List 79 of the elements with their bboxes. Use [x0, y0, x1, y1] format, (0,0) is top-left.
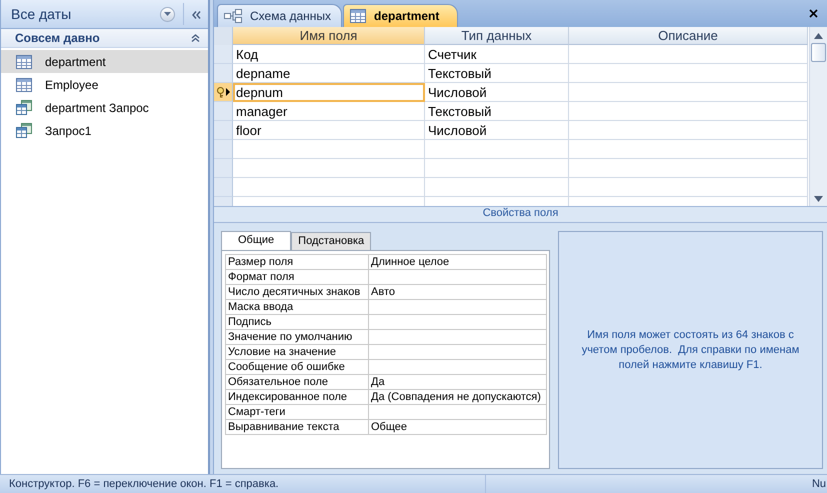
nav-item-label: Запрос1 [45, 124, 92, 138]
property-name: Индексированное поле [228, 390, 347, 402]
grid-cell[interactable] [569, 64, 808, 83]
grid-cell[interactable] [425, 140, 569, 159]
property-name: Условие на значение [228, 346, 336, 358]
grid-cell[interactable]: manager [233, 102, 425, 121]
nav-item[interactable]: department [1, 50, 208, 73]
property-value[interactable]: Общее [371, 420, 408, 432]
select-all-button[interactable] [214, 27, 233, 45]
grid-cell[interactable]: Числовой [425, 83, 569, 102]
property-name: Смарт-теги [228, 406, 286, 418]
grid-cell[interactable] [569, 45, 808, 64]
query-icon [16, 100, 32, 115]
double-chevron-up-icon [190, 34, 200, 42]
table-icon [350, 9, 366, 23]
section-title: Свойства поля [214, 206, 827, 222]
tab-label: department [374, 9, 440, 23]
scroll-down-icon[interactable] [814, 196, 823, 202]
property-tab[interactable]: Подстановка [291, 232, 372, 250]
key-icon [216, 86, 225, 98]
grid-cell[interactable] [569, 159, 808, 178]
column-header[interactable]: Описание [569, 27, 808, 45]
column-header[interactable]: Имя поля [233, 27, 425, 45]
property-name: Число десятичных знаков [228, 286, 360, 298]
grid-cell[interactable]: floor [233, 121, 425, 140]
document-tab[interactable]: Схема данных [217, 4, 342, 27]
nav-item-label: department [45, 54, 106, 68]
grid-cell[interactable] [569, 140, 808, 159]
help-text: Имя поля может состоять из 64 знаков с учетом пробелов. Для справки по именам полей нажмите клавишу F1. [580, 328, 800, 373]
grid-cell[interactable] [569, 121, 808, 140]
grid-cell[interactable]: depnum [233, 83, 425, 102]
scrollbar[interactable] [809, 27, 827, 206]
query-icon [16, 123, 32, 138]
status-indicator: Nu [812, 478, 827, 490]
grid-cell[interactable]: Текстовый [425, 102, 569, 121]
grid-cell[interactable] [425, 159, 569, 178]
property-name: Значение по умолчанию [228, 330, 352, 342]
grid-cell[interactable]: Счетчик [425, 45, 569, 64]
table-icon [16, 54, 32, 68]
double-chevron-left-icon [192, 10, 200, 18]
relationships-icon [224, 9, 242, 23]
close-icon [808, 9, 818, 18]
scroll-up-icon[interactable] [814, 33, 823, 39]
grid-cell[interactable]: depname [233, 64, 425, 83]
tab-label: Схема данных [250, 9, 332, 23]
property-value[interactable]: Авто [371, 286, 395, 298]
grid-cell[interactable] [233, 178, 425, 197]
grid-cell[interactable] [233, 159, 425, 178]
document-tab[interactable]: department [343, 4, 458, 27]
property-name: Подпись [228, 316, 272, 328]
table-icon [16, 78, 32, 92]
property-name: Сообщение об ошибке [228, 360, 345, 372]
dropdown-button[interactable] [160, 6, 175, 22]
current-row-icon [226, 88, 230, 96]
property-name: Выравнивание текста [228, 420, 340, 432]
property-tab[interactable]: Общие [221, 231, 292, 250]
property-name: Маска ввода [228, 300, 294, 312]
nav-item[interactable]: Запрос1 [1, 119, 208, 142]
grid-cell[interactable] [569, 102, 808, 121]
column-header[interactable]: Тип данных [425, 27, 569, 45]
grid-cell[interactable] [569, 83, 808, 102]
nav-item[interactable]: Employee [1, 73, 208, 96]
grid-cell[interactable] [425, 178, 569, 197]
grid-cell[interactable]: Текстовый [425, 64, 569, 83]
nav-item-label: department Запрос [45, 100, 149, 114]
property-name: Обязательное поле [228, 376, 328, 388]
grid-cell[interactable]: Код [233, 45, 425, 64]
row-selector[interactable] [214, 83, 233, 102]
grid-cell[interactable] [569, 178, 808, 197]
property-value[interactable]: Да [371, 376, 385, 388]
chevron-down-icon [164, 12, 171, 16]
property-name: Формат поля [228, 270, 294, 282]
nav-item[interactable]: department Запрос [1, 96, 208, 119]
property-name: Размер поля [228, 256, 294, 268]
nav-item-label: Employee [45, 78, 98, 92]
grid-cell[interactable] [233, 140, 425, 159]
status-text: Конструктор. F6 = переключение окон. F1 = справка. [9, 478, 279, 490]
scroll-thumb[interactable] [811, 43, 826, 62]
grid-cell[interactable]: Числовой [425, 121, 569, 140]
